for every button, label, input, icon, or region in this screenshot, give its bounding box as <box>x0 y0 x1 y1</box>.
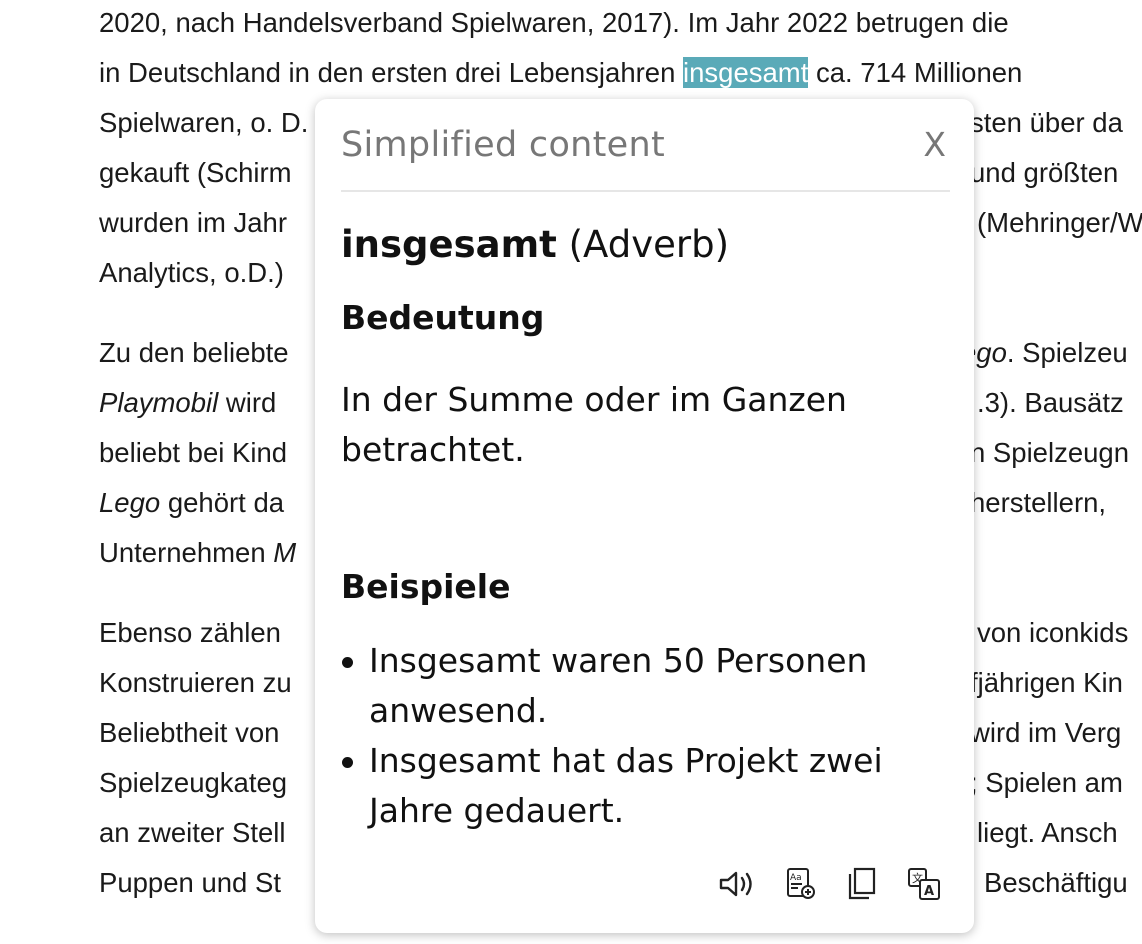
document-right-fragments: sten über da und größten (Mehringer/W eg… <box>961 107 1142 898</box>
highlighted-word[interactable]: insgesamt <box>683 57 809 88</box>
close-button[interactable]: X <box>913 121 950 168</box>
translate-icon[interactable]: 文 A <box>904 867 944 901</box>
popup-title: Simplified content <box>341 124 666 165</box>
simplified-content-popup: Simplified content X insgesamt (Adverb) … <box>315 99 974 933</box>
speaker-icon[interactable] <box>718 867 758 901</box>
examples-list: Insgesamt waren 50 Personen anwesend. In… <box>341 636 950 836</box>
svg-text:A: A <box>924 884 934 899</box>
part-of-speech: (Adverb) <box>568 223 730 266</box>
meaning-heading: Bedeutung <box>341 298 545 337</box>
headword: insgesamt <box>341 223 557 266</box>
popup-toolbar: Aa 文 A <box>718 867 944 901</box>
popup-header: Simplified content X <box>341 99 950 192</box>
list-item: Insgesamt hat das Projekt zwei Jahre ged… <box>342 736 950 836</box>
meaning-text: In der Summe oder im Ganzen betrachtet. <box>341 380 847 469</box>
dictionary-icon[interactable]: Aa <box>780 867 820 901</box>
word-headline: insgesamt (Adverb) <box>341 223 950 266</box>
examples-heading: Beispiele <box>341 567 511 606</box>
list-item: Insgesamt waren 50 Personen anwesend. <box>342 636 950 736</box>
svg-text:Aa: Aa <box>790 873 802 883</box>
copy-icon[interactable] <box>842 867 882 901</box>
